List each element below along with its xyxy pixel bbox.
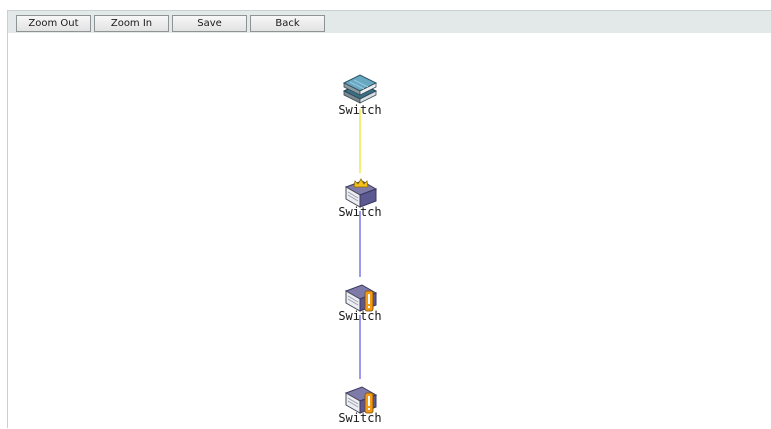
node-label: Switch (338, 103, 382, 117)
topology-node-switch[interactable]: Switch (330, 279, 390, 327)
topology-node-switch[interactable]: Switch (330, 175, 390, 223)
zoom-in-button[interactable]: Zoom In (94, 15, 169, 32)
node-label: Switch (338, 411, 382, 425)
switch-master-crown-icon (344, 178, 378, 208)
topology-node-switch[interactable]: Switch (330, 73, 390, 121)
node-label: Switch (338, 205, 382, 219)
topology-frame: Zoom Out Zoom In Save Back Switch Switch… (7, 10, 771, 428)
topology-node-switch[interactable]: Switch (330, 381, 390, 429)
topology-canvas: Switch Switch Switch Switch (8, 33, 771, 429)
save-button[interactable]: Save (172, 15, 247, 32)
toolbar: Zoom Out Zoom In Save Back (8, 11, 771, 33)
switch-stack-icon (342, 74, 378, 104)
back-button[interactable]: Back (250, 15, 325, 32)
switch-warning-icon (344, 284, 378, 312)
node-label: Switch (338, 309, 382, 323)
switch-warning-icon (344, 386, 378, 414)
zoom-out-button[interactable]: Zoom Out (16, 15, 91, 32)
